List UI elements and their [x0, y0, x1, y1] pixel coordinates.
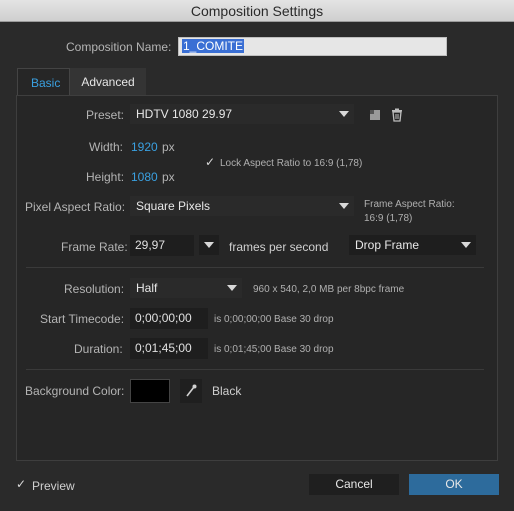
start-timecode-input[interactable]: 0;00;00;00: [130, 308, 208, 329]
lock-aspect-checkbox[interactable]: ✓: [205, 155, 215, 169]
background-color-swatch[interactable]: [130, 379, 170, 403]
background-color-label: Background Color:: [25, 384, 125, 398]
width-value[interactable]: 1920: [131, 140, 158, 154]
start-timecode-info: is 0;00;00;00 Base 30 drop: [214, 314, 334, 325]
divider: [26, 369, 484, 370]
resolution-label: Resolution:: [64, 282, 125, 296]
pixel-aspect-value: Square Pixels: [136, 199, 211, 213]
divider: [26, 267, 484, 268]
frame-aspect-value: 16:9 (1,78): [364, 213, 413, 224]
composition-name-label: Composition Name:: [66, 40, 172, 54]
frame-rate-label: Frame Rate:: [61, 240, 128, 254]
drop-frame-value: Drop Frame: [355, 238, 420, 252]
save-preset-icon[interactable]: [367, 107, 383, 123]
eyedropper-icon: [186, 384, 197, 397]
width-label: Width:: [89, 140, 124, 154]
duration-input[interactable]: 0;01;45;00: [130, 338, 208, 359]
drop-frame-dropdown[interactable]: Drop Frame: [349, 235, 476, 255]
tab-advanced[interactable]: Advanced: [70, 68, 146, 96]
resolution-value: Half: [136, 281, 158, 295]
duration-info: is 0;01;45;00 Base 30 drop: [214, 344, 334, 355]
resolution-dropdown[interactable]: Half: [130, 278, 242, 298]
chevron-down-icon: [339, 111, 349, 117]
lock-aspect-label: Lock Aspect Ratio to 16:9 (1,78): [220, 158, 363, 169]
ok-button[interactable]: OK: [409, 474, 499, 495]
resolution-info: 960 x 540, 2,0 MB per 8bpc frame: [253, 284, 405, 295]
chevron-down-icon: [204, 242, 214, 248]
preset-dropdown[interactable]: HDTV 1080 29.97: [130, 104, 354, 124]
height-value[interactable]: 1080: [131, 170, 158, 184]
start-timecode-label: Start Timecode:: [40, 312, 125, 326]
composition-name-value: 1_COMITE: [182, 39, 245, 53]
preset-value: HDTV 1080 29.97: [136, 107, 233, 121]
trash-icon[interactable]: [389, 107, 405, 123]
preset-label: Preset:: [86, 108, 125, 122]
window-title: Composition Settings: [0, 0, 514, 22]
eyedropper-button[interactable]: [180, 379, 202, 403]
chevron-down-icon: [227, 285, 237, 291]
height-label: Height:: [86, 170, 125, 184]
frame-rate-input[interactable]: 29,97: [130, 235, 194, 256]
chevron-down-icon: [461, 242, 471, 248]
background-color-name: Black: [212, 384, 242, 398]
frame-rate-dropdown[interactable]: [199, 235, 219, 255]
pixel-aspect-dropdown[interactable]: Square Pixels: [130, 196, 354, 216]
height-unit: px: [162, 170, 175, 184]
tab-basic[interactable]: Basic: [17, 68, 70, 96]
pixel-aspect-label: Pixel Aspect Ratio:: [25, 200, 126, 214]
preview-checkbox[interactable]: ✓: [16, 477, 26, 491]
width-unit: px: [162, 140, 175, 154]
composition-name-input[interactable]: 1_COMITE: [178, 37, 447, 56]
chevron-down-icon: [339, 203, 349, 209]
cancel-button[interactable]: Cancel: [309, 474, 399, 495]
duration-label: Duration:: [74, 342, 123, 356]
frame-rate-unit: frames per second: [229, 240, 329, 254]
preview-label: Preview: [32, 479, 75, 493]
frame-aspect-label: Frame Aspect Ratio:: [364, 199, 455, 210]
